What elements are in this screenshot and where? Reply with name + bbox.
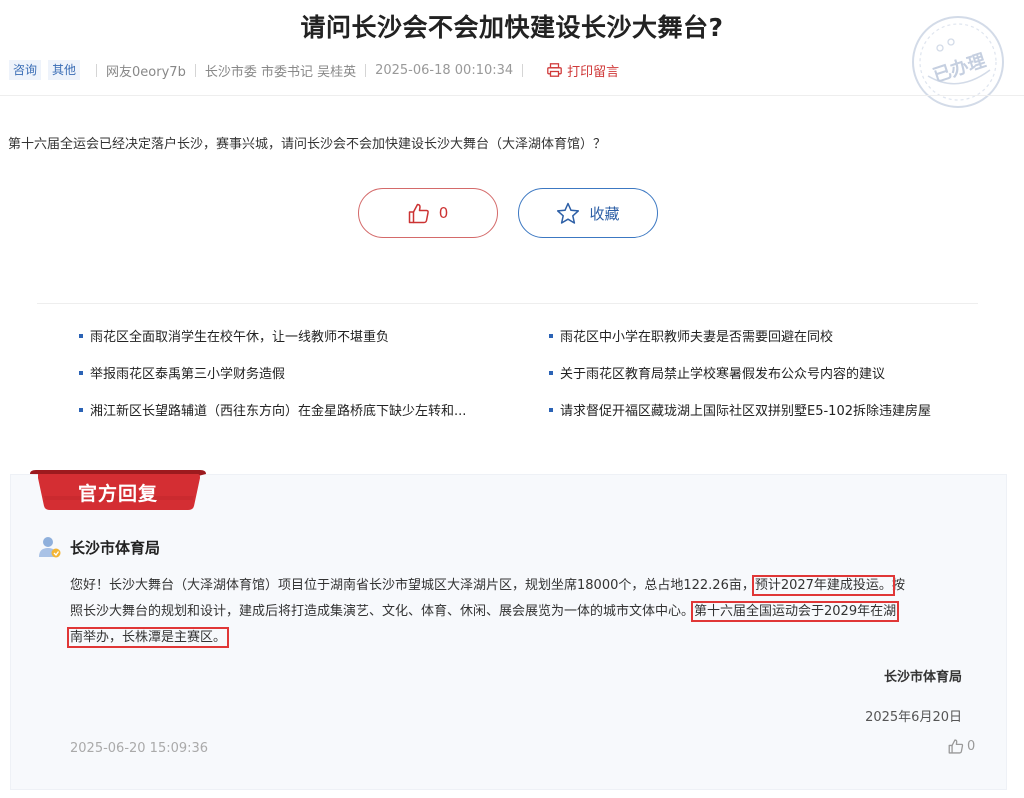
stamp-text: 已办理 <box>930 49 988 87</box>
bullet <box>79 407 83 412</box>
like-button[interactable]: 0 <box>358 188 498 238</box>
author-name: 网友0eory7b <box>106 64 186 80</box>
related-item-title: 雨花区全面取消学生在校午休，让一线教师不堪重负 <box>90 330 390 345</box>
reply-line: 照长沙大舞台的规划和设计，建成后将打造成集演艺、文化、体育、休闲、展会展览为一体… <box>70 599 970 625</box>
meta-separator <box>96 63 98 77</box>
meta-separator <box>194 63 196 77</box>
star-icon <box>557 202 580 224</box>
bullet <box>79 333 83 338</box>
highlighted-text: 第十六届全国运动会于2029年在湖 <box>691 601 900 622</box>
header-divider <box>0 95 1024 96</box>
highlighted-text: 预计2027年建成投运。 <box>751 575 895 596</box>
favorite-label: 收藏 <box>589 204 620 223</box>
thumbs-up-icon <box>408 203 429 223</box>
print-label: 打印留言 <box>567 64 620 80</box>
related-item[interactable]: 雨花区全面取消学生在校午休，让一线教师不堪重负 <box>79 326 389 345</box>
reply-text-segment: 您好！长沙大舞台（大泽湖体育馆）项目位于湖南省长沙市望城区大泽湖片区，规划坐席1… <box>70 578 755 593</box>
bullet <box>549 333 553 338</box>
printer-icon <box>547 63 563 77</box>
bullet <box>549 370 553 375</box>
reply-like-count: 0 <box>967 739 976 754</box>
reply-timestamp: 2025-06-20 15:09:36 <box>70 741 209 756</box>
thumbs-up-icon <box>948 739 964 754</box>
related-item-title: 湘江新区长望路辅道（西往东方向）在金星路桥底下缺少左转和... <box>90 404 467 419</box>
reply-text-segment: 按 <box>891 578 905 593</box>
meta-separator <box>365 63 367 77</box>
bullet <box>79 370 83 375</box>
like-count: 0 <box>438 204 449 222</box>
recipient: 长沙市委 市委书记 吴桂英 <box>204 64 357 80</box>
bullet <box>549 407 553 412</box>
related-item[interactable]: 举报雨花区泰禹第三小学财务造假 <box>79 363 285 382</box>
reply-tab-label: 官方回复 <box>77 483 158 505</box>
page-title: 请问长沙会不会加快建设长沙大舞台? <box>300 13 724 42</box>
related-item[interactable]: 湘江新区长望路辅道（西往东方向）在金星路桥底下缺少左转和... <box>79 400 466 419</box>
reply-department: 长沙市体育局 <box>38 535 160 559</box>
department-avatar-icon <box>39 537 61 558</box>
highlighted-text: 南举办，长株潭是主赛区。 <box>66 627 230 648</box>
post-meta: 咨询 其他 网友0eory7b 长沙市委 市委书记 吴桂英 2025-06-18… <box>9 59 619 81</box>
favorite-button[interactable]: 收藏 <box>518 188 658 238</box>
tag-other[interactable]: 其他 <box>48 60 81 80</box>
tag-consult[interactable]: 咨询 <box>9 60 42 80</box>
reply-signature: 长沙市体育局 <box>883 670 962 685</box>
related-item-title: 雨花区中小学在职教师夫妻是否需要回避在同校 <box>560 330 834 345</box>
related-item-title: 请求督促开福区藏珑湖上国际社区双拼别墅E5-102拆除违建房屋 <box>560 404 931 419</box>
post-datetime: 2025-06-18 00:10:34 <box>375 62 514 78</box>
related-item[interactable]: 关于雨花区教育局禁止学校寒暑假发布公众号内容的建议 <box>549 363 885 382</box>
related-divider <box>37 303 978 304</box>
meta-separator <box>522 63 524 77</box>
reply-body: 您好！长沙大舞台（大泽湖体育馆）项目位于湖南省长沙市望城区大泽湖片区，规划坐席1… <box>66 573 970 651</box>
related-item-title: 关于雨花区教育局禁止学校寒暑假发布公众号内容的建议 <box>560 367 886 382</box>
print-button[interactable]: 打印留言 <box>547 61 619 80</box>
related-item[interactable]: 雨花区中小学在职教师夫妻是否需要回避在同校 <box>549 326 833 345</box>
related-item[interactable]: 请求督促开福区藏珑湖上国际社区双拼别墅E5-102拆除违建房屋 <box>549 400 931 419</box>
reply-line: 南举办，长株潭是主赛区。 <box>66 625 970 651</box>
reply-line: 您好！长沙大舞台（大泽湖体育馆）项目位于湖南省长沙市望城区大泽湖片区，规划坐席1… <box>70 573 970 599</box>
reply-like-button[interactable]: 0 <box>948 739 975 754</box>
reply-text-segment: 照长沙大舞台的规划和设计，建成后将打造成集演艺、文化、体育、休闲、展会展览为一体… <box>70 604 695 619</box>
post-content: 第十六届全运会已经决定落户长沙，赛事兴城，请问长沙会不会加快建设长沙大舞台（大泽… <box>8 137 607 152</box>
related-item-title: 举报雨花区泰禹第三小学财务造假 <box>90 367 286 382</box>
department-name: 长沙市体育局 <box>70 538 161 557</box>
reply-signature-date: 2025年6月20日 <box>865 710 962 725</box>
